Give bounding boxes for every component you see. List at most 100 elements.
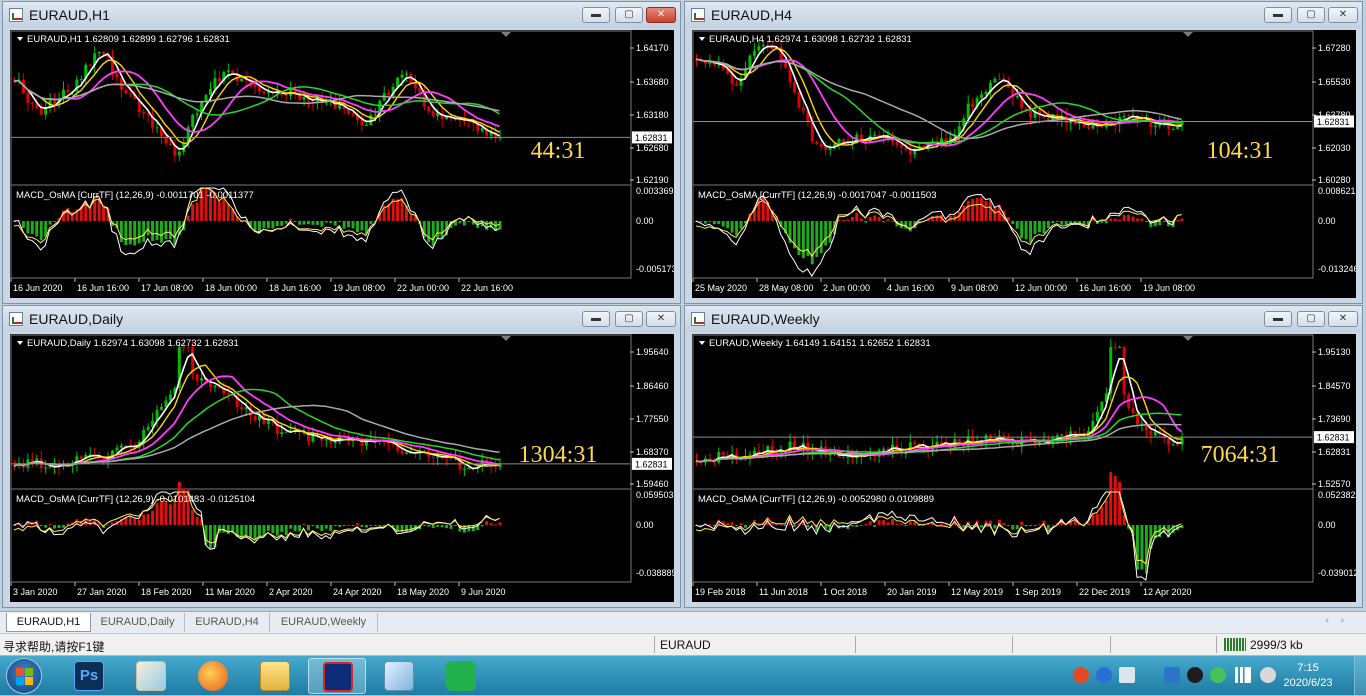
osma-histogram-bar: [271, 220, 275, 229]
help-icon[interactable]: [1096, 667, 1112, 683]
osma-histogram-bar: [1024, 220, 1028, 240]
price-chart[interactable]: EURAUD,H1 1.62809 1.62899 1.62796 1.6283…: [10, 30, 674, 298]
close-button[interactable]: ✕: [646, 7, 676, 23]
osma-histogram-bar: [989, 200, 992, 221]
candle-body: [837, 139, 841, 144]
candle-body: [351, 113, 355, 116]
time-axis-label: 9 Jun 08:00: [951, 283, 998, 293]
osma-histogram-bar: [1033, 524, 1037, 526]
candle-body: [26, 93, 30, 103]
oscillator-axis-label: 0.00: [1318, 520, 1336, 530]
minimize-button[interactable]: ▬: [1264, 311, 1292, 327]
signal-bars-icon[interactable]: [1235, 667, 1251, 683]
sogou-input-icon[interactable]: [1073, 667, 1089, 683]
tab-euraud-weekly[interactable]: EURAUD,Weekly: [270, 613, 378, 632]
start-orb-icon[interactable]: [6, 658, 42, 694]
osma-histogram-bar: [360, 220, 364, 231]
candle-body: [284, 95, 288, 97]
osma-histogram-bar: [891, 220, 894, 222]
taskbar-notepad[interactable]: [370, 658, 428, 694]
osma-histogram-bar: [436, 220, 440, 239]
taskbar-photoshop[interactable]: Ps: [60, 658, 118, 694]
chart-window-h4[interactable]: EURAUD,H4 ▬ ▢ ✕ EURAUD,H4 1.62974 1.6309…: [684, 1, 1363, 304]
maximize-button[interactable]: ▢: [615, 311, 643, 327]
taskbar-metatrader[interactable]: [308, 658, 366, 694]
maximize-button[interactable]: ▢: [1297, 7, 1325, 23]
time-axis-label: 19 Jun 08:00: [1143, 283, 1195, 293]
candle-body: [766, 44, 770, 46]
maximize-button[interactable]: ▢: [1297, 311, 1325, 327]
firefox-icon: [198, 661, 228, 691]
candle-body: [882, 448, 886, 450]
price-chart[interactable]: EURAUD,Weekly 1.64149 1.64151 1.62652 1.…: [692, 334, 1356, 602]
chart-window-h1[interactable]: EURAUD,H1 ▬ ▢ ✕ EURAUD,H1 1.62809 1.6289…: [2, 1, 681, 304]
osma-histogram-bar: [369, 524, 373, 526]
taskbar-wechat[interactable]: [432, 658, 490, 694]
close-button[interactable]: ✕: [1328, 311, 1358, 327]
tab-euraud-daily[interactable]: EURAUD,Daily: [91, 613, 185, 632]
osma-histogram-bar: [980, 524, 984, 528]
time-axis-label: 11 Mar 2020: [205, 587, 255, 597]
osma-histogram-bar: [1020, 521, 1024, 525]
title-bar[interactable]: EURAUD,H4 ▬ ▢ ✕: [685, 2, 1362, 28]
close-button[interactable]: ✕: [646, 311, 676, 327]
chart-area[interactable]: EURAUD,Weekly 1.64149 1.64151 1.62652 1.…: [692, 334, 1356, 602]
candle-body: [324, 102, 328, 104]
chart-area[interactable]: EURAUD,Daily 1.62974 1.63098 1.62732 1.6…: [10, 334, 674, 602]
minimize-button[interactable]: ▬: [582, 7, 610, 23]
osma-histogram-bar: [1180, 218, 1184, 221]
title-bar[interactable]: EURAUD,Weekly ▬ ▢ ✕: [685, 306, 1362, 332]
volume-icon[interactable]: [1260, 667, 1276, 683]
osma-histogram-bar: [859, 218, 863, 221]
chart-area[interactable]: EURAUD,H1 1.62809 1.62899 1.62796 1.6283…: [10, 30, 674, 298]
network-icon[interactable]: [1119, 667, 1135, 683]
tab-euraud-h4[interactable]: EURAUD,H4: [185, 613, 270, 632]
taskbar-file-explorer[interactable]: [246, 658, 304, 694]
osma-histogram-bar: [275, 524, 279, 536]
chart-window-weekly[interactable]: EURAUD,Weekly ▬ ▢ ✕ EURAUD,Weekly 1.6414…: [684, 305, 1363, 608]
security-icon[interactable]: [1210, 667, 1226, 683]
maximize-button[interactable]: ▢: [615, 7, 643, 23]
price-chart[interactable]: EURAUD,Daily 1.62974 1.63098 1.62732 1.6…: [10, 334, 674, 602]
price-chart[interactable]: EURAUD,H4 1.62974 1.63098 1.62732 1.6283…: [692, 30, 1356, 298]
chart-window-daily[interactable]: EURAUD,Daily ▬ ▢ ✕ EURAUD,Daily 1.62974 …: [2, 305, 681, 608]
tab-scroll-arrows-icon[interactable]: ‹›: [1325, 615, 1356, 626]
osma-histogram-bar: [1140, 218, 1144, 221]
osma-histogram-bar: [307, 524, 310, 531]
close-button[interactable]: ✕: [1328, 7, 1358, 23]
time-axis-label: 2 Jun 00:00: [823, 283, 870, 293]
chart-area[interactable]: EURAUD,H4 1.62974 1.63098 1.62732 1.6283…: [692, 30, 1356, 298]
osma-histogram-bar: [253, 524, 257, 541]
candle-body: [1011, 443, 1015, 445]
osma-histogram-bar: [209, 524, 212, 549]
candle-body: [1118, 347, 1122, 349]
taskbar-firefox[interactable]: [184, 658, 242, 694]
osma-histogram-bar: [739, 523, 743, 525]
osma-histogram-bar: [966, 200, 970, 221]
shield-icon[interactable]: [1164, 667, 1180, 683]
candle-body: [1029, 437, 1033, 439]
osma-histogram-bar: [21, 220, 25, 228]
candle-body: [1100, 126, 1104, 128]
system-clock[interactable]: 7:15 2020/6/23: [1278, 661, 1338, 691]
candle-body: [966, 103, 970, 119]
tab-euraud-h1[interactable]: EURAUD,H1: [6, 613, 91, 632]
osma-histogram-bar: [35, 220, 39, 237]
title-bar[interactable]: EURAUD,Daily ▬ ▢ ✕: [3, 306, 680, 332]
osma-histogram-bar: [217, 201, 221, 221]
taskbar-paint[interactable]: [122, 658, 180, 694]
osma-histogram-bar: [253, 220, 257, 231]
show-desktop-button[interactable]: [1354, 656, 1366, 696]
minimize-button[interactable]: ▬: [582, 311, 610, 327]
candle-body: [66, 89, 70, 93]
osma-histogram-bar: [338, 220, 342, 222]
candle-body: [842, 457, 845, 459]
osma-histogram-bar: [462, 220, 466, 226]
osma-histogram-bar: [427, 220, 431, 243]
title-bar[interactable]: EURAUD,H1 ▬ ▢ ✕: [3, 2, 680, 28]
candle-body: [1167, 438, 1171, 445]
minimize-button[interactable]: ▬: [1264, 7, 1292, 23]
folder-icon: [260, 661, 290, 691]
candle-body: [88, 64, 92, 66]
qq-icon[interactable]: [1187, 667, 1203, 683]
